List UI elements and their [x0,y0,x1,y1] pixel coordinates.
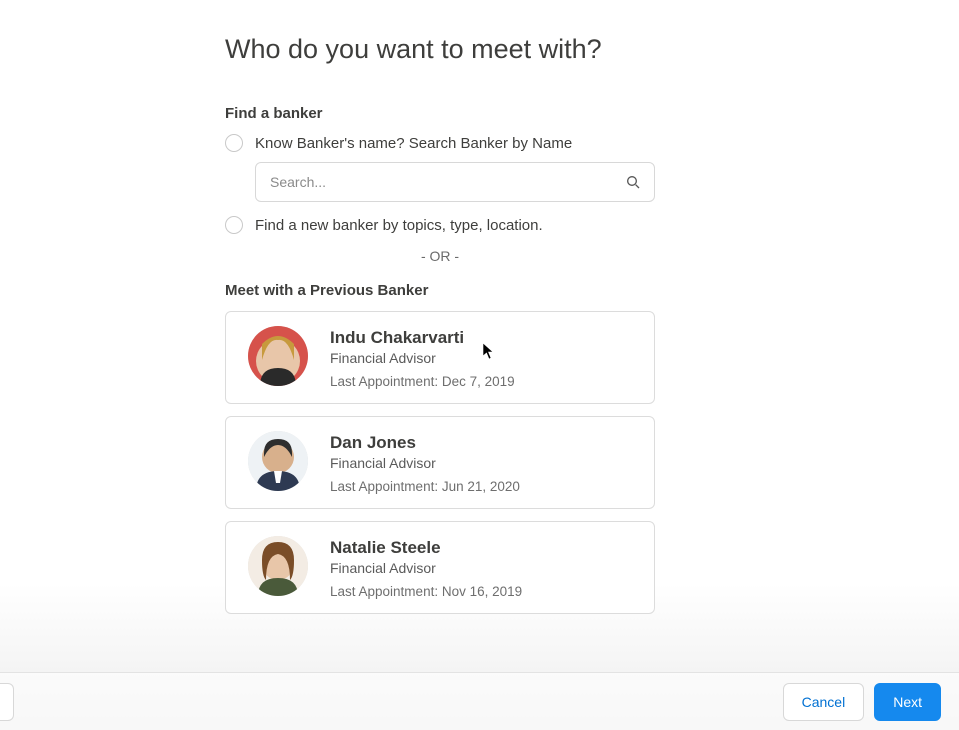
banker-title: Financial Advisor [330,350,515,366]
banker-name: Indu Chakarvarti [330,328,515,348]
next-button[interactable]: Next [874,683,941,721]
radio-find-new-banker[interactable]: Find a new banker by topics, type, locat… [225,216,959,234]
banker-card[interactable]: Natalie Steele Financial Advisor Last Ap… [225,521,655,614]
page-title: Who do you want to meet with? [225,34,959,65]
or-separator: - OR - [225,248,655,264]
previous-banker-label: Meet with a Previous Banker [225,282,959,299]
left-button-stub[interactable] [0,683,14,721]
banker-name: Dan Jones [330,433,520,453]
banker-title: Financial Advisor [330,455,520,471]
radio-search-by-name-label: Know Banker's name? Search Banker by Nam… [255,135,572,152]
banker-title: Financial Advisor [330,560,522,576]
radio-icon [225,134,243,152]
footer-bar: Cancel Next [0,672,959,730]
avatar [248,536,308,596]
banker-last-appointment: Last Appointment: Jun 21, 2020 [330,479,520,494]
radio-icon [225,216,243,234]
banker-name: Natalie Steele [330,538,522,558]
avatar [248,326,308,386]
find-banker-label: Find a banker [225,105,959,122]
banker-card[interactable]: Dan Jones Financial Advisor Last Appoint… [225,416,655,509]
radio-search-by-name[interactable]: Know Banker's name? Search Banker by Nam… [225,134,959,152]
cancel-button[interactable]: Cancel [783,683,865,721]
banker-last-appointment: Last Appointment: Dec 7, 2019 [330,374,515,389]
previous-banker-list: Indu Chakarvarti Financial Advisor Last … [225,311,655,614]
search-input[interactable] [255,162,655,202]
banker-card[interactable]: Indu Chakarvarti Financial Advisor Last … [225,311,655,404]
banker-last-appointment: Last Appointment: Nov 16, 2019 [330,584,522,599]
avatar [248,431,308,491]
radio-find-new-banker-label: Find a new banker by topics, type, locat… [255,217,543,234]
